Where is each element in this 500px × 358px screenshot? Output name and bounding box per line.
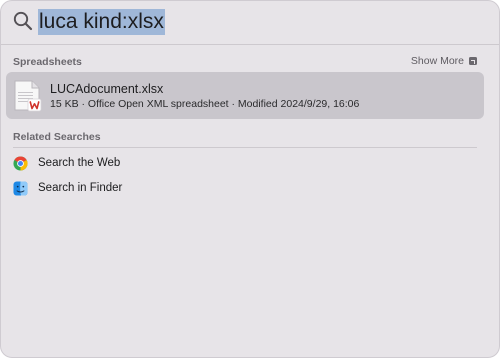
- arrow-up-right-icon: [469, 57, 477, 65]
- show-more-label: Show More: [410, 55, 464, 67]
- search-icon: [13, 11, 33, 31]
- search-bar[interactable]: luca kind:xlsx: [1, 1, 499, 43]
- section-title-spreadsheets: Spreadsheets: [13, 56, 82, 68]
- result-file-meta: 15 KB · Office Open XML spreadsheet · Mo…: [50, 98, 360, 110]
- result-file-name: LUCAdocument.xlsx: [50, 82, 164, 96]
- divider: [13, 147, 477, 148]
- spotlight-window: luca kind:xlsx Spreadsheets Show More LU…: [0, 0, 500, 358]
- finder-icon: [13, 180, 28, 196]
- divider: [1, 44, 499, 45]
- show-more-button[interactable]: Show More: [411, 55, 477, 67]
- search-query[interactable]: luca kind:xlsx: [38, 9, 165, 35]
- search-in-finder-label: Search in Finder: [38, 182, 123, 194]
- search-the-web-label: Search the Web: [38, 157, 121, 169]
- result-row-selected[interactable]: LUCAdocument.xlsx 15 KB · Office Open XM…: [6, 72, 484, 119]
- search-in-finder-item[interactable]: Search in Finder: [13, 178, 213, 198]
- xlsx-file-icon: [14, 80, 42, 112]
- search-the-web-item[interactable]: Search the Web: [13, 153, 213, 173]
- chrome-icon: [13, 155, 28, 171]
- section-title-related: Related Searches: [13, 131, 101, 143]
